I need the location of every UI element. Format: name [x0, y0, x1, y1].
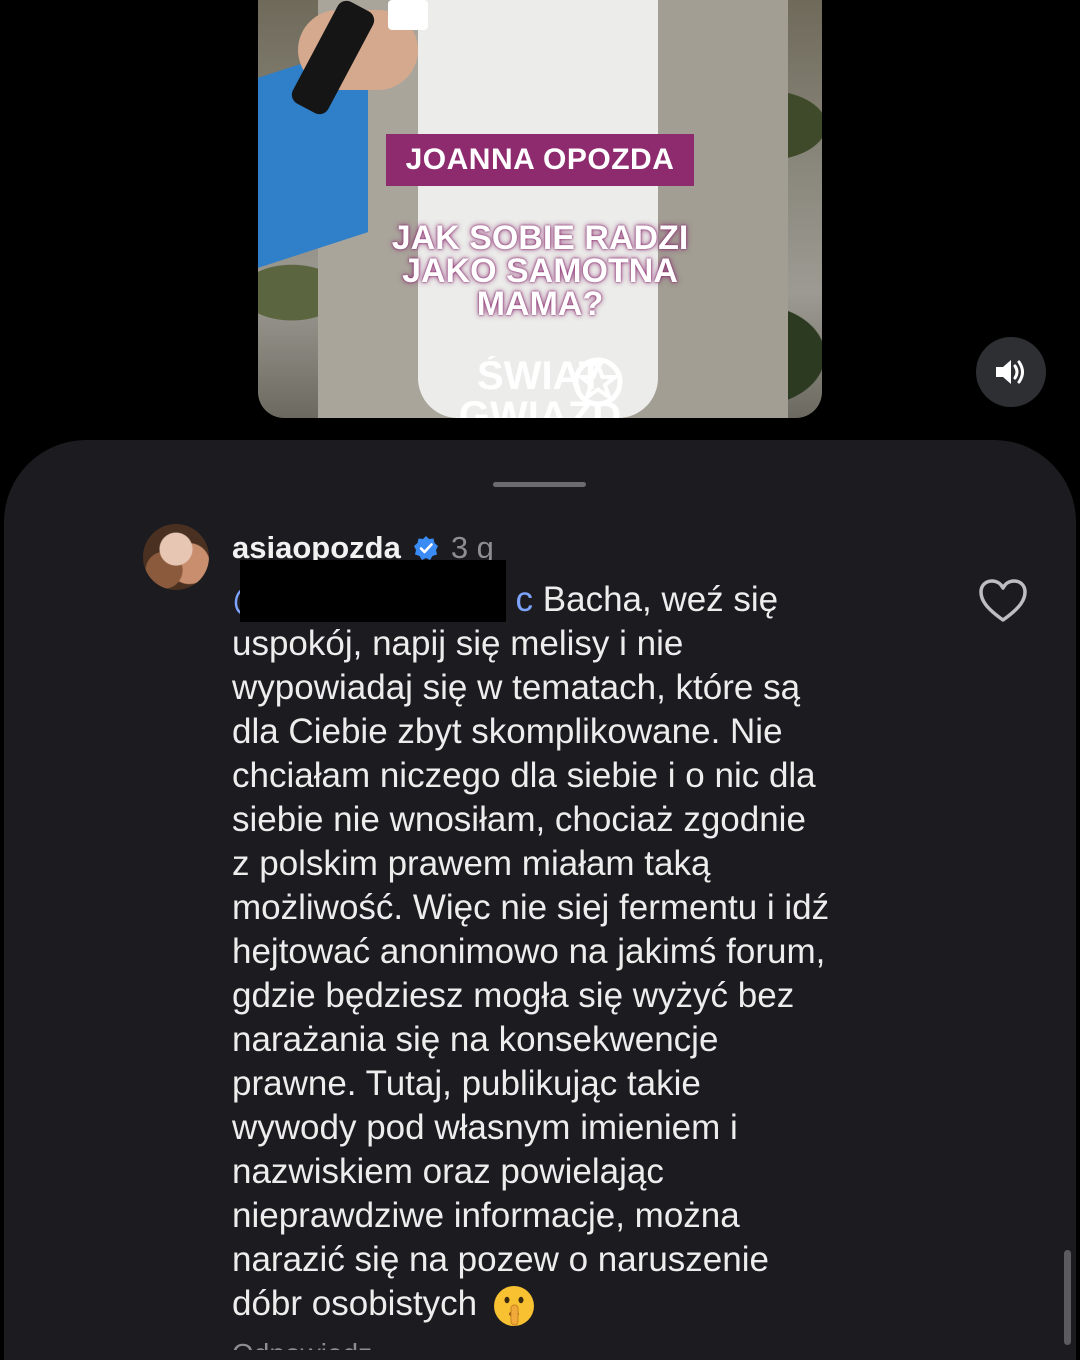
reply-link[interactable]: Odpowiedz [232, 1338, 432, 1350]
comment-line: hejtować anonimowo na jakimś forum, [232, 932, 826, 971]
speaker-on-icon [996, 360, 1024, 384]
comment-body: @c Bacha, weź się uspokój, napij się mel… [232, 578, 952, 1329]
headline-line: MAMA? [476, 285, 604, 323]
video-preview[interactable]: JOANNA OPOZDA JAK SOBIE RADZI JAKO SAMOT… [258, 0, 822, 418]
comment-line: wypowiadaj się w tematach, które są [232, 668, 801, 707]
video-headline: JAK SOBIE RADZI JAKO SAMOTNA MAMA? [342, 219, 738, 323]
video-name-banner: JOANNA OPOZDA [386, 134, 694, 186]
sheet-drag-handle[interactable] [493, 482, 586, 487]
comment-line: dóbr osobistych [232, 1284, 478, 1323]
avatar[interactable] [143, 524, 209, 590]
like-heart-icon[interactable] [978, 578, 1028, 624]
comment-line: uspokój, napij się melisy i nie [232, 624, 684, 663]
redacted-mention [240, 560, 506, 622]
comment-line: prawne. Tutaj, publikując takie [232, 1064, 701, 1103]
comment-line: siebie nie wnosiłam, chociaż zgodnie [232, 800, 806, 839]
comment-line: dla Ciebie zbyt skomplikowane. Nie [232, 712, 783, 751]
sound-toggle-button[interactable] [976, 337, 1046, 407]
comment-line: narażania się na konsekwencje [232, 1020, 719, 1059]
comment-line: gdzie będziesz mogła się wyżyć bez [232, 976, 795, 1015]
comment-line: nazwiskiem oraz powielając [232, 1152, 664, 1191]
comment-line: możliwość. Więc nie siej fermentu i idź [232, 888, 830, 927]
shushing-face-icon [493, 1285, 534, 1326]
headline-line: JAK SOBIE RADZI [391, 219, 689, 257]
verified-badge-icon [413, 536, 438, 560]
comment-line: z polskim prawem miałam taką [232, 844, 711, 883]
mention-tail[interactable]: c [516, 580, 534, 619]
microphone-tag [388, 0, 428, 30]
comment-line: narazić się na pozew o naruszenie [232, 1240, 769, 1279]
comment-line: nieprawdziwe informacje, można [232, 1196, 740, 1235]
comment-line: Bacha, weź się [533, 580, 779, 619]
scrollbar[interactable] [1064, 1250, 1071, 1345]
comment-line: wywody pod własnym imieniem i [232, 1108, 738, 1147]
comment-line: chciałam niczego dla siebie i o nic dla [232, 756, 816, 795]
brand-star-icon [573, 357, 623, 407]
headline-line: JAKO SAMOTNA [402, 252, 678, 290]
